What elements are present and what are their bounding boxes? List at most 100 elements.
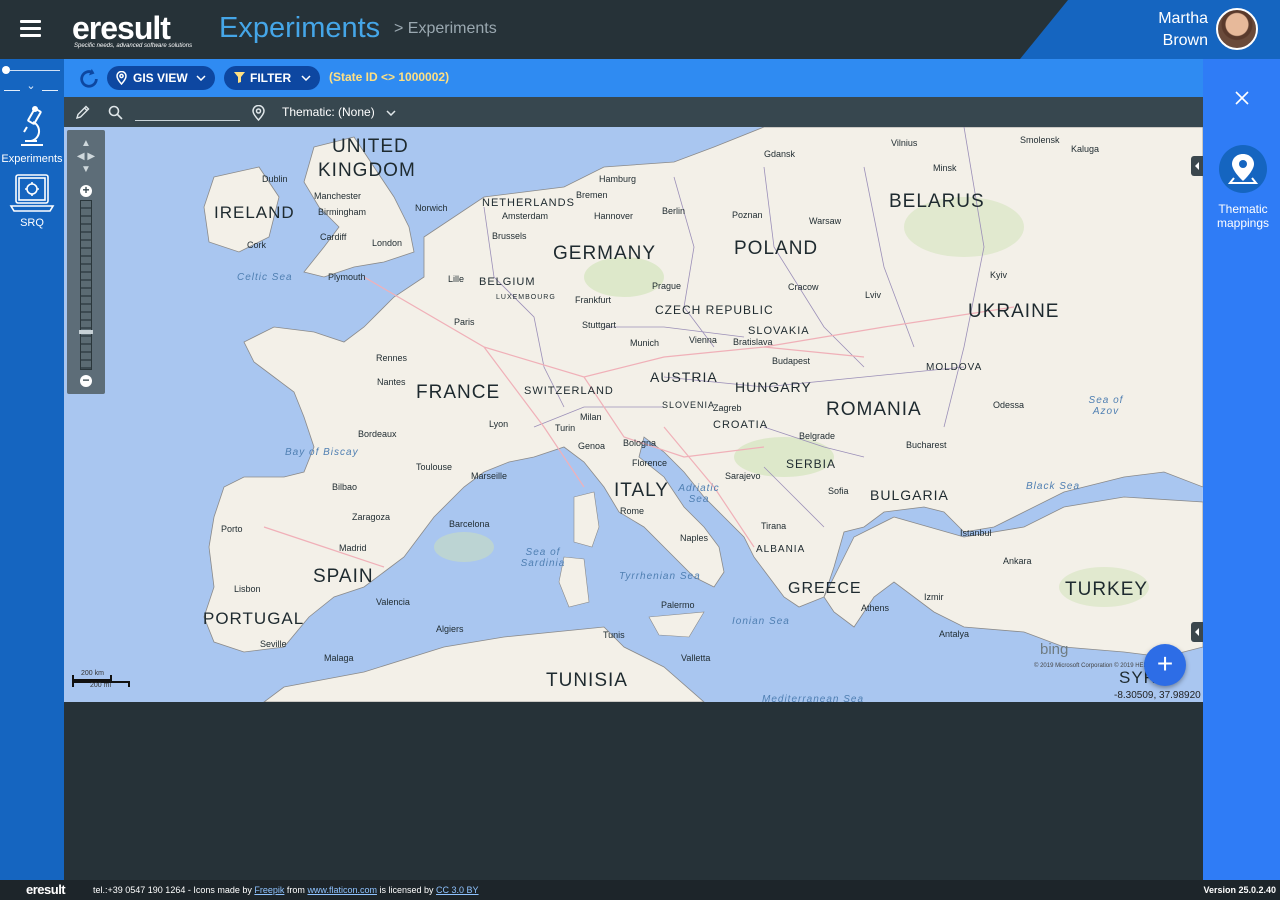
footer-tel: tel.:+39 0547 190 1264 - Icons made by: [93, 885, 252, 895]
map-label-sea: Black Sea: [1026, 481, 1081, 492]
flaticon-link[interactable]: www.flaticon.com: [307, 885, 377, 895]
cursor-coordinates: -8.30509, 37.98920: [1114, 690, 1201, 701]
avatar[interactable]: [1216, 8, 1258, 50]
rail-slider-handle[interactable]: [2, 66, 10, 74]
map-label-city: Marseille: [471, 471, 508, 481]
filter-icon: [234, 72, 245, 83]
collapse-handle-bottom[interactable]: [1191, 622, 1203, 642]
map-label-country: ITALY: [614, 480, 669, 501]
map-label-city: Ankara: [1003, 556, 1032, 566]
header: eresult Specific needs, advanced softwar…: [0, 0, 1280, 59]
map-label-city: Dublin: [262, 174, 288, 184]
map-label-city: Izmir: [924, 592, 944, 602]
freepik-link[interactable]: Freepik: [254, 885, 284, 895]
footer-from: from: [286, 885, 305, 895]
active-filter-text[interactable]: (State ID <> 1000002): [329, 70, 449, 84]
footer-credits: tel.:+39 0547 190 1264 - Icons made by F…: [93, 880, 479, 900]
map-label-country: BULGARIA: [870, 487, 949, 503]
gis-view-dropdown[interactable]: GIS VIEW: [107, 66, 215, 90]
add-button[interactable]: +: [1144, 644, 1186, 686]
map-label-city: Bordeaux: [358, 429, 397, 439]
map-label-city: Antalya: [939, 629, 970, 639]
map-label-city: Bucharest: [906, 440, 947, 450]
map-label-country: UKRAINE: [968, 301, 1060, 322]
map-copyright[interactable]: © 2019 Microsoft Corporation © 2019 HERE: [1034, 663, 1152, 669]
search-icon[interactable]: [108, 105, 123, 120]
map-label-city: Lviv: [865, 290, 882, 300]
map-label-country: MOLDOVA: [926, 362, 983, 373]
logo-tagline: Specific needs, advanced software soluti…: [74, 43, 193, 49]
map-label-country: AUSTRIA: [650, 369, 718, 385]
zoom-out-button[interactable]: −: [80, 374, 92, 387]
thematic-select[interactable]: Thematic: (None): [282, 105, 396, 119]
menu-icon[interactable]: [20, 20, 41, 38]
map-label-city: Paris: [454, 317, 475, 327]
version-text: Version 25.0.2.40: [1203, 885, 1276, 895]
cc-license-link[interactable]: CC 3.0 BY: [436, 885, 479, 895]
zoom-slider-track[interactable]: [80, 200, 92, 370]
map-label-city: Malaga: [324, 653, 354, 663]
nav-item-experiments[interactable]: Experiments: [0, 105, 64, 165]
map-label-city: Kyiv: [990, 270, 1008, 280]
expand-chevron-icon[interactable]: ⌄: [2, 80, 60, 94]
map-label-city: Genoa: [578, 441, 606, 451]
map-label-country: ROMANIA: [826, 399, 922, 420]
logo[interactable]: eresult Specific needs, advanced softwar…: [72, 10, 194, 52]
zoom-in-button[interactable]: +: [80, 184, 92, 197]
map-label-city: Palermo: [661, 600, 695, 610]
map-label-city: Sofia: [828, 486, 849, 496]
map-label-country: SLOVAKIA: [748, 325, 810, 337]
map-label-city: Milan: [580, 412, 602, 422]
map-label-country: GREECE: [788, 580, 862, 597]
map-label-country: UNITED: [332, 136, 409, 157]
close-icon[interactable]: [1233, 89, 1251, 107]
filter-toolbar: GIS VIEW FILTER (State ID <> 1000002): [64, 59, 1203, 97]
left-nav: ⌄ Experiments SRQ: [0, 59, 64, 880]
filter-label: FILTER: [250, 71, 292, 85]
map-label-city: Madrid: [339, 543, 367, 553]
map-label-city: Berlin: [662, 206, 686, 216]
map-toolbar: Thematic: (None): [64, 97, 1203, 127]
microscope-icon: [21, 106, 43, 146]
map-label-country: HUNGARY: [735, 379, 812, 395]
map-search-input[interactable]: [135, 103, 240, 121]
location-pin-icon[interactable]: [252, 105, 265, 121]
map-label-city: Gdansk: [764, 149, 796, 159]
refresh-icon[interactable]: [78, 68, 100, 90]
logo-text: eresult: [72, 10, 171, 46]
map-label-city: Stuttgart: [582, 320, 617, 330]
map-label-sea: Sea of Azov: [1088, 395, 1124, 417]
map-label-country: BELARUS: [889, 191, 985, 212]
map-label-city: Toulouse: [416, 462, 453, 472]
zoom-slider-thumb[interactable]: [79, 330, 93, 334]
map-scale-bar: 200 km 200 mi: [72, 670, 132, 689]
collapse-handle-top[interactable]: [1191, 156, 1203, 176]
map-label-city: Seville: [260, 639, 287, 649]
map-label-city: Algiers: [436, 624, 464, 634]
user-name[interactable]: Martha Brown: [1140, 8, 1208, 52]
map-label-city: Bremen: [576, 190, 608, 200]
chevron-down-icon: [386, 110, 396, 116]
pencil-icon[interactable]: [75, 105, 90, 120]
map-label-country: SLOVENIA: [662, 400, 716, 410]
map-label-country: PORTUGAL: [203, 609, 305, 628]
footer: eresult tel.:+39 0547 190 1264 - Icons m…: [0, 880, 1280, 900]
filter-dropdown[interactable]: FILTER: [224, 66, 320, 90]
map-label-city: Zagreb: [713, 403, 742, 413]
map-label-country: CZECH REPUBLIC: [655, 303, 774, 317]
map-label-city: Lyon: [489, 419, 509, 429]
map-label-city: Lisbon: [234, 584, 261, 594]
map-view[interactable]: UNITED KINGDOM IRELAND GERMANY POLAND BE…: [64, 127, 1203, 702]
footer-logo: eresult: [26, 882, 66, 897]
breadcrumb[interactable]: > Experiments: [394, 20, 497, 38]
map-label-country: CROATIA: [713, 419, 769, 431]
pan-arrows-icon[interactable]: ▲ ◀ ▶ ▼: [75, 137, 97, 177]
nav-item-srq[interactable]: SRQ: [0, 173, 64, 229]
map-label-country: BELGIUM: [479, 276, 536, 288]
map-label-city: Odessa: [993, 400, 1025, 410]
map-label-city: Rome: [620, 506, 645, 516]
thematic-mappings-button[interactable]: [1219, 145, 1267, 193]
map-label-city: Hannover: [594, 211, 634, 221]
map-label-city: Valencia: [376, 597, 410, 607]
map-label-city: Smolensk: [1020, 135, 1060, 145]
